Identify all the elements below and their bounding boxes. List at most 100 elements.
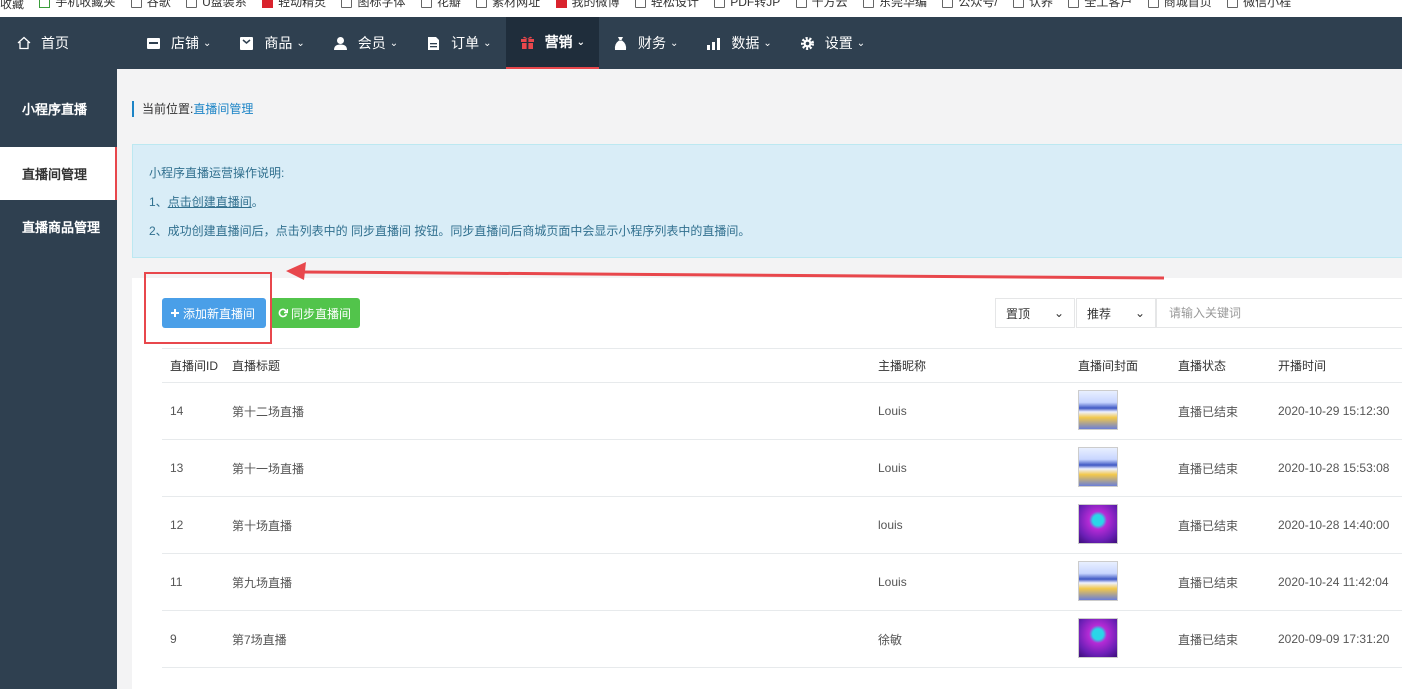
recommend-filter-value: 推荐: [1087, 306, 1112, 321]
bookmark-item[interactable]: 我的微博: [555, 0, 620, 10]
page-icon: [1147, 0, 1159, 8]
bookmark-label: 东莞华编: [878, 0, 927, 9]
cell-id: 13: [170, 461, 184, 475]
nav-label: 财务: [637, 35, 666, 51]
sidebar-item-goods-manage[interactable]: 直播商品管理: [0, 200, 117, 253]
gear-icon: [800, 36, 815, 51]
cell-anchor: Louis: [878, 461, 907, 475]
cover-thumbnail[interactable]: [1078, 617, 1118, 658]
nav-item-finance[interactable]: 财务 ⌄: [599, 17, 692, 69]
page-icon: [862, 0, 874, 8]
top-filter-value: 置顶: [1006, 306, 1031, 321]
cover-thumbnail[interactable]: [1078, 503, 1118, 544]
bookmark-item[interactable]: 素材网址: [476, 0, 540, 10]
notice-line-1-prefix: 1、: [149, 195, 168, 209]
bookmark-item[interactable]: 认养: [1013, 0, 1053, 10]
cell-cover: [1078, 446, 1178, 490]
bookmark-item[interactable]: 商城首页: [1147, 0, 1212, 10]
bookmark-label: 图标字体: [357, 0, 406, 9]
nav-label: 店铺: [171, 35, 199, 51]
col-header-title: 直播标题: [232, 359, 281, 373]
chevron-down-icon: ⌄: [1134, 306, 1145, 320]
app-icon: [262, 0, 274, 8]
chevron-down-icon: ⌄: [763, 37, 772, 49]
sidebar-item-room-manage[interactable]: 直播间管理: [0, 147, 117, 200]
sidebar: 小程序直播 直播间管理 直播商品管理: [0, 69, 117, 689]
nav-item-goods[interactable]: 商品 ⌄: [225, 17, 318, 69]
page-icon: [634, 0, 646, 8]
page-icon: [420, 0, 432, 8]
bookmark-label: 收藏: [0, 0, 25, 11]
recommend-filter-select[interactable]: 推荐 ⌄: [1076, 298, 1156, 328]
col-header-time: 开播时间: [1278, 359, 1327, 373]
gift-icon: [520, 35, 535, 50]
bookmark-item[interactable]: 全工客户: [1068, 0, 1132, 10]
bookmark-item[interactable]: 千方云: [795, 0, 848, 10]
top-nav: 首页 店铺 ⌄ 商品 ⌄ 会员 ⌄ 订单 ⌄ 营销 ⌄ 财务 ⌄ 数据 ⌄ 设置…: [0, 17, 1402, 69]
main-content: 当前位置:直播间管理 小程序直播运营操作说明: 1、点击创建直播间。 2、成功创…: [117, 69, 1402, 689]
bookmark-label: 微信小程: [1243, 0, 1292, 9]
bookmark-item[interactable]: 微信小程: [1227, 0, 1291, 10]
nav-item-data[interactable]: 数据 ⌄: [692, 17, 785, 69]
col-header-status: 直播状态: [1178, 359, 1227, 373]
cover-thumbnail[interactable]: [1078, 389, 1118, 430]
list-panel: 添加新直播间 同步直播间 置顶⌄ 推荐⌄ 直播间ID 直播标题 主播昵称 直播间…: [132, 278, 1402, 689]
chevron-down-icon: ⌄: [203, 37, 212, 49]
main-menu: 店铺 ⌄ 商品 ⌄ 会员 ⌄ 订单 ⌄ 营销 ⌄ 财务 ⌄ 数据 ⌄ 设置 ⌄: [132, 17, 879, 69]
nav-item-settings[interactable]: 设置 ⌄: [786, 17, 879, 69]
nav-item-member[interactable]: 会员 ⌄: [319, 17, 412, 69]
user-icon: [333, 36, 348, 51]
nav-item-order[interactable]: 订单 ⌄: [412, 17, 505, 69]
cell-status: 直播已结束: [1178, 632, 1239, 647]
bookmark-item[interactable]: 花瓣: [420, 0, 461, 10]
nav-home-label: 首页: [41, 35, 69, 51]
cover-thumbnail[interactable]: [1078, 560, 1118, 601]
bookmark-item[interactable]: 收藏: [0, 0, 24, 12]
bookmark-item[interactable]: 东莞华编: [862, 0, 927, 10]
chevron-down-icon: ⌄: [576, 36, 585, 48]
notice-line-1: 1、点击创建直播间。: [149, 194, 1395, 223]
top-filter-select[interactable]: 置顶 ⌄: [995, 298, 1075, 328]
live-room-table: 直播间ID 直播标题 主播昵称 直播间封面 直播状态 开播时间 14 第十二场直…: [162, 348, 1402, 668]
bookmark-item[interactable]: 图标字体: [341, 0, 405, 10]
cell-time: 2020-10-24 11:42:04: [1278, 575, 1389, 589]
cell-time: 2020-09-09 17:31:20: [1278, 632, 1390, 646]
nav-item-marketing[interactable]: 营销 ⌄: [505, 17, 599, 69]
cell-cover: [1078, 389, 1178, 433]
nav-item-store[interactable]: 店铺 ⌄: [132, 17, 225, 69]
bookmark-item[interactable]: 轻动精灵: [262, 0, 326, 10]
bookmark-item[interactable]: 公众号/: [942, 0, 998, 10]
table-row[interactable]: 9 第7场直播 徐敏 直播已结束 2020-09-09 17:31:20: [162, 611, 1402, 668]
goods-icon: [239, 36, 254, 51]
nav-home[interactable]: 首页: [0, 17, 117, 69]
bookmark-label: 素材网址: [492, 0, 541, 9]
chevron-down-icon: ⌄: [296, 37, 305, 49]
breadcrumb: 当前位置:直播间管理: [132, 101, 253, 117]
cover-thumbnail[interactable]: [1078, 446, 1118, 487]
table-row[interactable]: 12 第十场直播 louis 直播已结束 2020-10-28 14:40:00: [162, 497, 1402, 554]
bookmark-item[interactable]: U盘装系: [186, 0, 247, 10]
bookmark-item[interactable]: PDF转JP: [714, 0, 780, 10]
table-row[interactable]: 11 第九场直播 Louis 直播已结束 2020-10-24 11:42:04: [162, 554, 1402, 611]
keyword-search-input[interactable]: [1156, 298, 1402, 328]
page-icon: [130, 0, 142, 8]
bookmark-label: 全工客户: [1084, 0, 1133, 9]
breadcrumb-current[interactable]: 直播间管理: [193, 102, 253, 116]
nav-label: 数据: [731, 35, 760, 51]
sidebar-item-mini-live[interactable]: 小程序直播: [0, 69, 117, 147]
create-room-link[interactable]: 点击创建直播间: [168, 195, 252, 209]
cell-anchor: Louis: [878, 575, 907, 589]
cell-title: 第7场直播: [232, 632, 287, 647]
page-icon: [714, 0, 726, 8]
sync-room-button[interactable]: 同步直播间: [270, 298, 360, 328]
table-row[interactable]: 14 第十二场直播 Louis 直播已结束 2020-10-29 15:12:3…: [162, 383, 1402, 440]
page-icon: [1227, 0, 1239, 8]
col-header-id: 直播间ID: [170, 359, 219, 373]
chevron-down-icon: ⌄: [669, 37, 679, 49]
bookmark-item[interactable]: 手机收藏夹: [39, 0, 115, 10]
money-bag-icon: [613, 36, 628, 51]
cell-time: 2020-10-28 15:53:08: [1278, 461, 1390, 475]
bookmark-item[interactable]: 轻松设计: [634, 0, 699, 10]
bookmark-item[interactable]: 谷歌: [130, 0, 171, 10]
table-row[interactable]: 13 第十一场直播 Louis 直播已结束 2020-10-28 15:53:0…: [162, 440, 1402, 497]
